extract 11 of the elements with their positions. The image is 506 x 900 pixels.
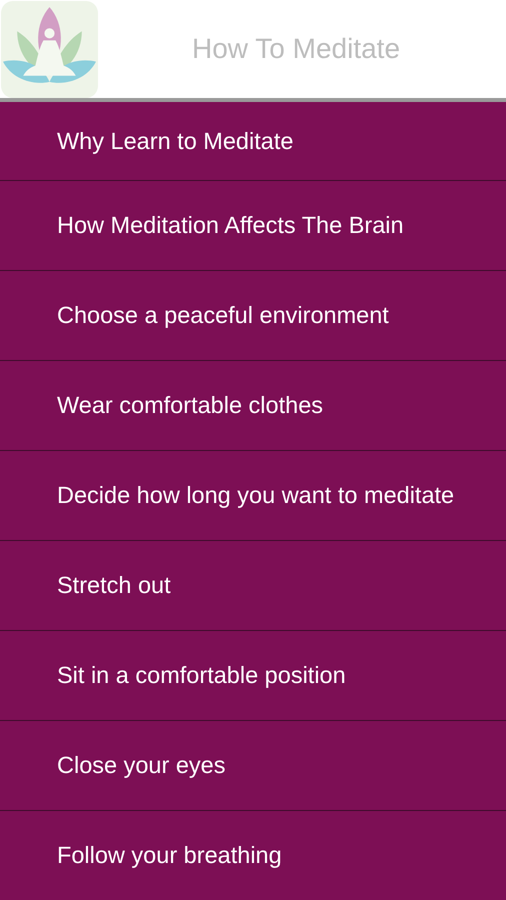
app-logo-icon xyxy=(1,0,98,98)
topic-list-item[interactable]: Choose a peaceful environment xyxy=(0,270,506,360)
topic-list-item[interactable]: Decide how long you want to meditate xyxy=(0,450,506,540)
app-title: How To Meditate xyxy=(190,33,402,65)
topic-list-item[interactable]: Stretch out xyxy=(0,540,506,630)
topic-list-item[interactable]: Wear comfortable clothes xyxy=(0,360,506,450)
topic-list-item[interactable]: Sit in a comfortable position xyxy=(0,630,506,720)
topic-list-item[interactable]: Why Learn to Meditate xyxy=(0,102,506,180)
topic-list-item[interactable]: Follow your breathing xyxy=(0,810,506,900)
topic-list-item[interactable]: How Meditation Affects The Brain xyxy=(0,180,506,270)
topic-list-item[interactable]: Close your eyes xyxy=(0,720,506,810)
